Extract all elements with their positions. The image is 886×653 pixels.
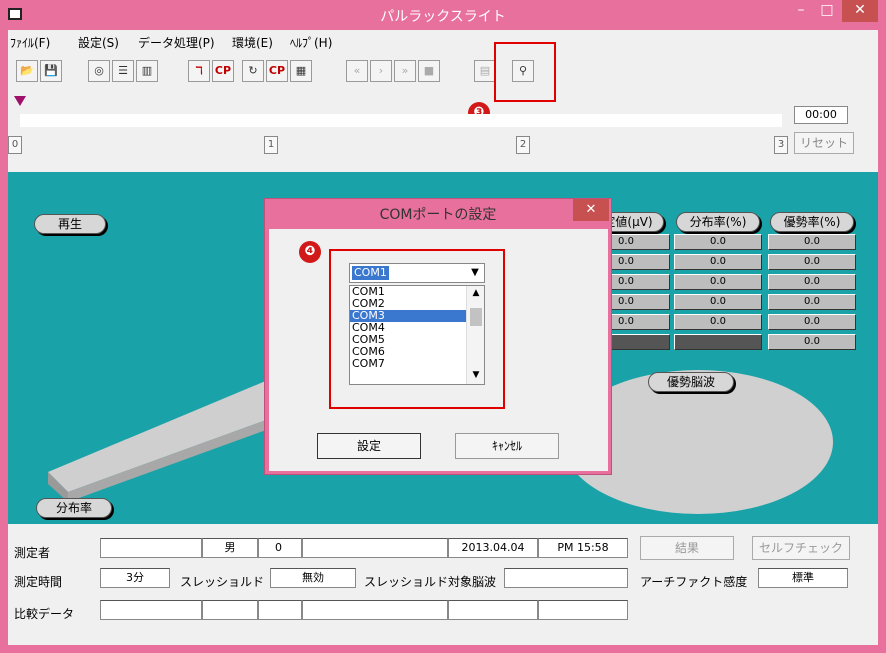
filter-icon[interactable]: ℸ bbox=[188, 60, 210, 82]
close-button[interactable]: ✕ bbox=[842, 0, 878, 22]
header-distribution: 分布率(%) bbox=[676, 212, 760, 232]
cell-r1c1: 0.0 bbox=[674, 254, 762, 270]
list-scrollbar[interactable]: ▲ ▼ bbox=[466, 286, 484, 384]
chevron-down-icon[interactable]: ▼ bbox=[467, 265, 483, 281]
time-field: PM 15:58 bbox=[538, 538, 628, 558]
stop-icon[interactable]: ■ bbox=[418, 60, 440, 82]
cp-icon[interactable]: CP bbox=[212, 60, 234, 82]
timeline: 0 1 2 3 00:00 リセット bbox=[8, 92, 878, 182]
cell-r2c1: 0.0 bbox=[674, 274, 762, 290]
cancel-button[interactable]: ｷｬﾝｾﾙ bbox=[455, 433, 559, 459]
self-check-button[interactable]: セルフチェック bbox=[752, 536, 850, 560]
compare-field-3 bbox=[258, 600, 302, 620]
open-folder-icon[interactable]: 📂 bbox=[16, 60, 38, 82]
threshold-field: 無効 bbox=[270, 568, 356, 588]
header-dominance: 優勢率(%) bbox=[770, 212, 854, 232]
play-icon[interactable]: › bbox=[370, 60, 392, 82]
title-bar: パルラックスライト – □ ✕ bbox=[0, 0, 886, 30]
timeline-tick-2: 2 bbox=[516, 136, 530, 154]
age-field: 0 bbox=[258, 538, 302, 558]
cell-r3c2: 0.0 bbox=[768, 294, 856, 310]
timeline-track[interactable] bbox=[20, 114, 782, 127]
gender-field: 男 bbox=[202, 538, 258, 558]
result-button[interactable]: 結果 bbox=[640, 536, 734, 560]
group-icon[interactable]: ▦ bbox=[290, 60, 312, 82]
com-port-dialog: COMポートの設定 ✕ ❹ COM1 ▼ COM1 COM2 COM3 COM4… bbox=[264, 198, 612, 475]
menu-data-processing[interactable]: データ処理(P) bbox=[138, 34, 215, 51]
list-icon[interactable]: ☰ bbox=[112, 60, 134, 82]
dialog-body: ❹ COM1 ▼ COM1 COM2 COM3 COM4 COM5 COM6 C… bbox=[269, 229, 608, 471]
save-icon[interactable]: 💾 bbox=[40, 60, 62, 82]
menu-file[interactable]: ﾌｧｲﾙ(F) bbox=[10, 34, 50, 51]
list-item[interactable]: COM7 bbox=[350, 358, 484, 370]
cp-refresh-icon[interactable]: CP bbox=[266, 60, 288, 82]
artifact-field: 標準 bbox=[758, 568, 848, 588]
timeline-tick-0: 0 bbox=[8, 136, 22, 154]
cell-r5c2: 0.0 bbox=[768, 334, 856, 350]
cell-r0c2: 0.0 bbox=[768, 234, 856, 250]
rewind-icon[interactable]: « bbox=[346, 60, 368, 82]
artifact-label: アーチファクト感度 bbox=[640, 575, 748, 589]
duration-label: 測定時間 bbox=[14, 575, 63, 589]
cell-r1c2: 0.0 bbox=[768, 254, 856, 270]
compare-field-2 bbox=[202, 600, 258, 620]
scroll-thumb[interactable] bbox=[470, 308, 482, 326]
note-field bbox=[302, 538, 448, 558]
dominant-wave-label: 優勢脳波 bbox=[648, 372, 734, 392]
reset-button[interactable]: リセット bbox=[794, 132, 854, 154]
threshold-label: スレッショルド bbox=[180, 575, 265, 589]
menu-help[interactable]: ﾍﾙﾌﾟ(H) bbox=[290, 34, 332, 51]
timeline-tick-3: 3 bbox=[774, 136, 788, 154]
measurer-name-field bbox=[100, 538, 202, 558]
threshold-target-label: スレッショルド対象脳波 bbox=[364, 575, 497, 589]
dialog-title: COMポートの設定 bbox=[379, 207, 497, 223]
person-icon[interactable]: ◎ bbox=[88, 60, 110, 82]
set-button[interactable]: 設定 bbox=[317, 433, 421, 459]
com-port-list[interactable]: COM1 COM2 COM3 COM4 COM5 COM6 COM7 ▲ ▼ bbox=[349, 285, 485, 385]
distribution-label: 分布率 bbox=[36, 498, 112, 518]
cell-r4c1: 0.0 bbox=[674, 314, 762, 330]
com-port-select[interactable]: COM1 ▼ bbox=[349, 263, 485, 283]
menu-environment[interactable]: 環境(E) bbox=[232, 34, 273, 51]
refresh-icon[interactable]: ↻ bbox=[242, 60, 264, 82]
print-icon[interactable]: ▤ bbox=[474, 60, 496, 82]
minimize-button[interactable]: – bbox=[788, 0, 814, 22]
app-window: パルラックスライト – □ ✕ ﾌｧｲﾙ(F) 設定(S) データ処理(P) 環… bbox=[0, 0, 886, 653]
scroll-up-icon[interactable]: ▲ bbox=[467, 288, 484, 298]
dialog-close-button[interactable]: ✕ bbox=[573, 199, 609, 221]
compare-label: 比較データ bbox=[14, 607, 75, 621]
cell-r4c2: 0.0 bbox=[768, 314, 856, 330]
timeline-tick-1: 1 bbox=[264, 136, 278, 154]
measurer-label: 測定者 bbox=[14, 546, 51, 560]
maximize-button[interactable]: □ bbox=[814, 0, 840, 22]
scroll-down-icon[interactable]: ▼ bbox=[467, 370, 484, 380]
cell-r2c2: 0.0 bbox=[768, 274, 856, 290]
status-panel: 測定者 男 0 2013.04.04 PM 15:58 結果 セルフチェック 測… bbox=[8, 524, 878, 645]
toolbar: 📂 💾 ◎ ☰ ▥ ℸ CP ↻ CP ▦ « › » ■ ▤ ⚲ ❸ bbox=[8, 42, 878, 124]
com-port-selected: COM1 bbox=[352, 266, 389, 280]
compare-field-5 bbox=[448, 600, 538, 620]
bar-chart-icon[interactable]: ▥ bbox=[136, 60, 158, 82]
time-display: 00:00 bbox=[794, 106, 848, 124]
fast-forward-icon[interactable]: » bbox=[394, 60, 416, 82]
position-marker-icon[interactable] bbox=[14, 96, 26, 106]
menu-bar: ﾌｧｲﾙ(F) 設定(S) データ処理(P) 環境(E) ﾍﾙﾌﾟ(H) bbox=[8, 30, 878, 52]
cell-r3c1: 0.0 bbox=[674, 294, 762, 310]
step-badge-4: ❹ bbox=[299, 241, 321, 263]
cell-r0c1: 0.0 bbox=[674, 234, 762, 250]
threshold-target-field bbox=[504, 568, 628, 588]
cell-r5c1 bbox=[674, 334, 762, 350]
compare-field-6 bbox=[538, 600, 628, 620]
compare-field-4 bbox=[302, 600, 448, 620]
menu-settings[interactable]: 設定(S) bbox=[78, 34, 119, 51]
duration-field: 3分 bbox=[100, 568, 170, 588]
play-label: 再生 bbox=[34, 214, 106, 234]
date-field: 2013.04.04 bbox=[448, 538, 538, 558]
compare-field-1 bbox=[100, 600, 202, 620]
window-title: パルラックスライト bbox=[380, 9, 506, 25]
